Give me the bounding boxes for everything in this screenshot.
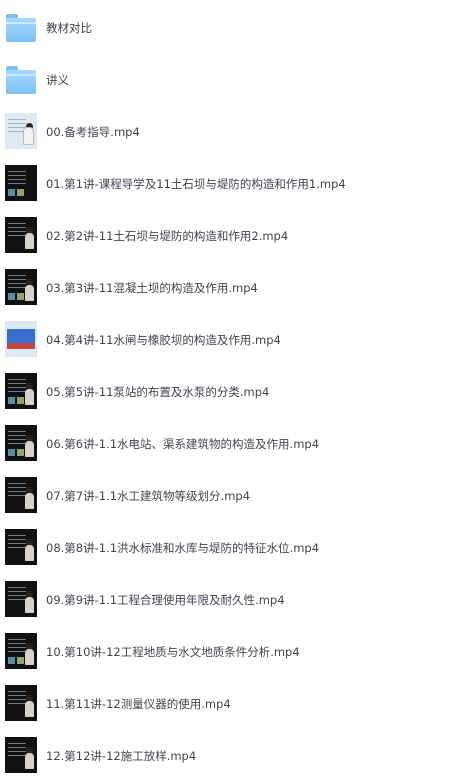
video-thumbnail-icon	[5, 737, 37, 773]
item-label: 07.第7讲-1.1水工建筑物等级划分.mp4	[46, 489, 251, 503]
list-item-video[interactable]: 01.第1讲-课程导学及11土石坝与堤防的构造和作用1.mp4	[0, 158, 472, 210]
video-thumbnail-icon	[5, 581, 37, 617]
video-thumbnail-icon	[5, 529, 37, 565]
list-item-video[interactable]: 00.备考指导.mp4	[0, 106, 472, 158]
item-label: 08.第8讲-1.1洪水标准和水库与堤防的特征水位.mp4	[46, 541, 320, 555]
item-label: 01.第1讲-课程导学及11土石坝与堤防的构造和作用1.mp4	[46, 177, 346, 191]
list-item-video[interactable]: 09.第9讲-1.1工程合理使用年限及耐久性.mp4	[0, 574, 472, 626]
list-item-video[interactable]: 10.第10讲-12工程地质与水文地质条件分析.mp4	[0, 626, 472, 678]
item-label: 02.第2讲-11土石坝与堤防的构造和作用2.mp4	[46, 229, 289, 243]
list-item-video[interactable]: 02.第2讲-11土石坝与堤防的构造和作用2.mp4	[0, 210, 472, 262]
folder-icon	[5, 61, 37, 97]
item-label: 11.第11讲-12测量仪器的使用.mp4	[46, 697, 231, 711]
item-label: 00.备考指导.mp4	[46, 125, 140, 139]
list-item-video[interactable]: 07.第7讲-1.1水工建筑物等级划分.mp4	[0, 470, 472, 522]
item-label: 03.第3讲-11混凝土坝的构造及作用.mp4	[46, 281, 258, 295]
video-thumbnail-icon	[5, 685, 37, 721]
item-label: 09.第9讲-1.1工程合理使用年限及耐久性.mp4	[46, 593, 285, 607]
video-thumbnail-icon	[5, 321, 37, 357]
item-label: 04.第4讲-11水闸与橡胶坝的构造及作用.mp4	[46, 333, 281, 347]
file-list: 教材对比 讲义 00.备考指导.mp4 01.第1讲-课程导学及11土石坝与堤防…	[0, 0, 472, 776]
list-item-video[interactable]: 08.第8讲-1.1洪水标准和水库与堤防的特征水位.mp4	[0, 522, 472, 574]
item-label: 10.第10讲-12工程地质与水文地质条件分析.mp4	[46, 645, 300, 659]
video-thumbnail-icon	[5, 217, 37, 253]
item-label: 教材对比	[46, 21, 92, 35]
video-thumbnail-icon	[5, 165, 37, 201]
video-thumbnail-icon	[5, 113, 37, 149]
video-thumbnail-icon	[5, 425, 37, 461]
list-item-video[interactable]: 11.第11讲-12测量仪器的使用.mp4	[0, 678, 472, 730]
folder-icon	[5, 9, 37, 45]
video-thumbnail-icon	[5, 373, 37, 409]
video-thumbnail-icon	[5, 477, 37, 513]
list-item-video[interactable]: 04.第4讲-11水闸与橡胶坝的构造及作用.mp4	[0, 314, 472, 366]
item-label: 06.第6讲-1.1水电站、渠系建筑物的构造及作用.mp4	[46, 437, 320, 451]
item-label: 12.第12讲-12施工放样.mp4	[46, 749, 197, 763]
list-item-folder[interactable]: 教材对比	[0, 2, 472, 54]
video-thumbnail-icon	[5, 269, 37, 305]
item-label: 05.第5讲-11泵站的布置及水泵的分类.mp4	[46, 385, 270, 399]
list-item-video[interactable]: 12.第12讲-12施工放样.mp4	[0, 730, 472, 782]
list-item-video[interactable]: 06.第6讲-1.1水电站、渠系建筑物的构造及作用.mp4	[0, 418, 472, 470]
list-item-folder[interactable]: 讲义	[0, 54, 472, 106]
item-label: 讲义	[46, 73, 69, 87]
video-thumbnail-icon	[5, 633, 37, 669]
list-item-video[interactable]: 05.第5讲-11泵站的布置及水泵的分类.mp4	[0, 366, 472, 418]
list-item-video[interactable]: 03.第3讲-11混凝土坝的构造及作用.mp4	[0, 262, 472, 314]
